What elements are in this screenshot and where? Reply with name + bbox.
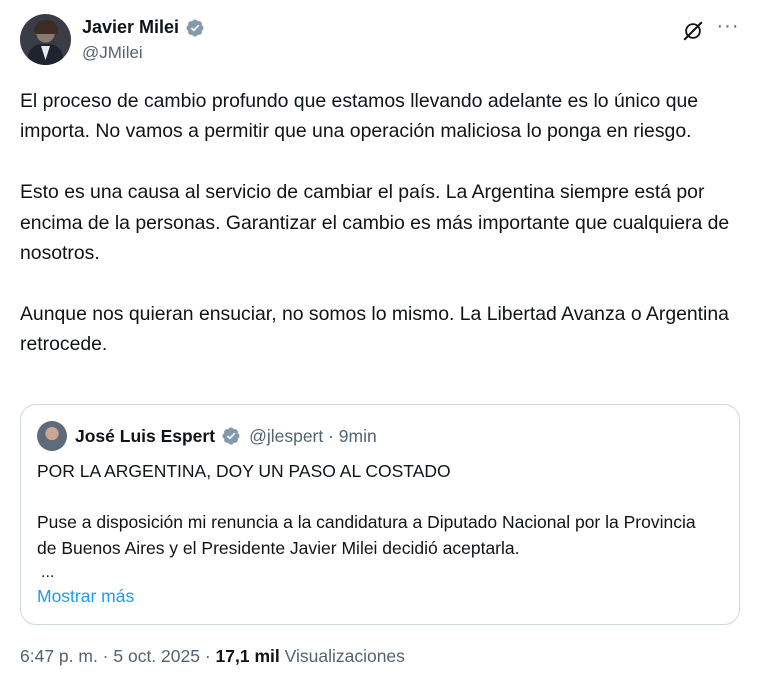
tweet-paragraph: Aunque nos quieran ensuciar, no somos lo… — [20, 302, 729, 356]
quoted-text: Puse a disposición mi renuncia a la cand… — [37, 512, 696, 558]
verified-badge-icon — [186, 18, 204, 37]
tweet-paragraph: El proceso de cambio profundo que estamo… — [20, 90, 699, 143]
show-more-link[interactable]: Mostrar más — [37, 586, 134, 607]
tweet-body: El proceso de cambio profundo que estamo… — [20, 86, 740, 360]
views-count: 17,1 mil — [215, 646, 280, 666]
verified-badge-icon — [222, 427, 240, 445]
quoted-title: POR LA ARGENTINA, DOY UN PASO AL COSTADO — [37, 461, 451, 481]
author-handle[interactable]: @JMilei — [82, 43, 143, 63]
avatar-hair — [34, 20, 58, 34]
tweet-paragraph: Esto es una causa al servicio de cambiar… — [20, 181, 730, 265]
quoted-handle-time[interactable]: @jlespert · 9min — [249, 426, 377, 447]
quoted-tweet-card[interactable]: José Luis Espert @jlespert · 9min POR LA… — [20, 404, 740, 625]
grok-slash-icon[interactable] — [682, 20, 704, 42]
views-label: Visualizaciones — [279, 646, 405, 666]
tweet-footer: 6:47 p. m. · 5 oct. 2025 · 17,1 mil Visu… — [20, 646, 405, 667]
quoted-ellipsis: ... — [41, 564, 55, 581]
more-dots-icon[interactable]: ··· — [715, 16, 741, 39]
quoted-author-avatar[interactable] — [37, 421, 67, 451]
quoted-tweet-header: José Luis Espert @jlespert · 9min — [37, 421, 377, 451]
author-name-row: Javier Milei — [82, 17, 205, 38]
author-avatar[interactable] — [20, 14, 71, 65]
tweet-timestamp[interactable]: 6:47 p. m. · 5 oct. 2025 · — [20, 646, 216, 666]
tweet-header: Javier Milei @JMilei ··· — [20, 14, 740, 70]
author-display-name[interactable]: Javier Milei — [82, 17, 179, 38]
quoted-author-name[interactable]: José Luis Espert — [75, 426, 215, 447]
